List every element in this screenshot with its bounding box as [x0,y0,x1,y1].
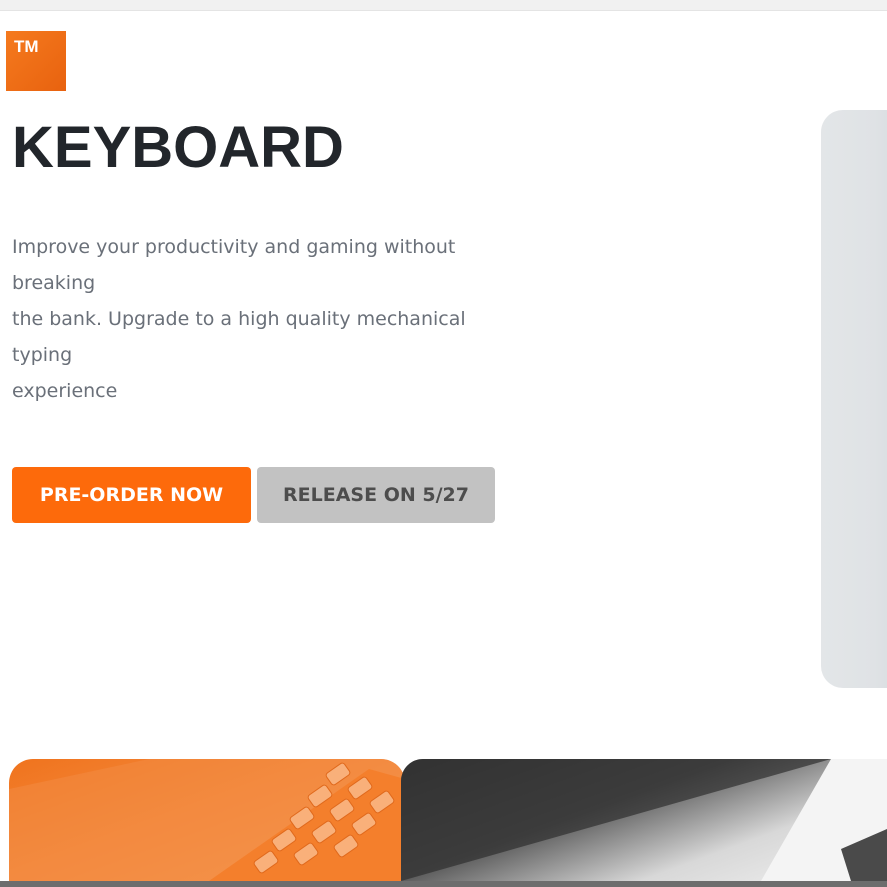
logo-text: TM [14,37,39,56]
gallery-card-orange-keyboard[interactable] [9,759,405,881]
hero-description-line: the bank. Upgrade to a high quality mech… [12,308,466,330]
gray-keyboard-illustration [401,759,887,881]
bottom-scroll-edge [0,881,887,887]
hero-description-line: breaking [12,272,96,294]
orange-keyboard-illustration [9,759,405,881]
browser-top-bar [0,0,887,11]
hero-description: Improve your productivity and gaming wit… [12,229,532,409]
keyboard-product-image [821,110,887,688]
hero-description-line: experience [12,380,118,402]
release-date-button[interactable]: RELEASE ON 5/27 [257,467,495,523]
pre-order-button[interactable]: PRE-ORDER NOW [12,467,251,523]
gallery-card-gray-keyboard[interactable] [401,759,887,881]
brand-logo[interactable]: TM [6,31,66,91]
hero-description-line: Improve your productivity and gaming wit… [12,236,456,258]
hero-title: KEYBOARD [12,115,344,180]
page: TM KEYBOARD Improve your productivity an… [0,0,887,887]
hero-description-line: typing [12,344,73,366]
